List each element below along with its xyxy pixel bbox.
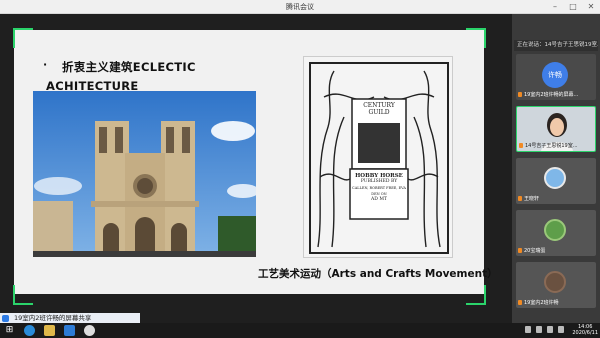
poster-text-1: CENTURY bbox=[363, 102, 395, 109]
participant-tile-speaking[interactable]: 14号吉子王思锐19室... bbox=[516, 106, 596, 152]
participant-name: 14号吉子王思锐19室... bbox=[525, 143, 578, 149]
speaking-banner: 正在说话：14号吉子王思锐19室... bbox=[514, 40, 598, 51]
minimize-icon[interactable]: – bbox=[550, 1, 560, 12]
mic-icon bbox=[518, 92, 522, 97]
cathedral-photo bbox=[33, 91, 256, 257]
mic-icon bbox=[518, 196, 522, 201]
focus-corner bbox=[466, 285, 486, 305]
avatar bbox=[544, 271, 566, 293]
focus-corner bbox=[466, 28, 486, 48]
tray-icon[interactable] bbox=[536, 326, 542, 333]
maximize-icon[interactable]: □ bbox=[568, 1, 578, 12]
meeting-window: 腾讯会议 – □ ✕ · 折衷主义建筑ECLECTIC ACHITECTURE bbox=[0, 0, 600, 338]
taskbar: ⊞ 14:06 2020/6/11 bbox=[0, 323, 600, 338]
slide-title-line-1: 折衷主义建筑ECLECTIC bbox=[62, 60, 196, 74]
tray-icon[interactable] bbox=[558, 326, 564, 333]
poster-text-5: CALLEN, ROBERT FREE, EVA DEN ON bbox=[352, 186, 406, 196]
clock-date: 2020/6/11 bbox=[572, 330, 598, 336]
slide-caption: 工艺美术运动（Arts and Crafts Movement） bbox=[258, 268, 498, 280]
meeting-app-icon[interactable] bbox=[64, 325, 75, 336]
tray-icon[interactable] bbox=[547, 326, 553, 333]
title-bar: 腾讯会议 – □ ✕ bbox=[0, 0, 600, 14]
avatar: 许畅 bbox=[542, 62, 568, 88]
avatar bbox=[544, 167, 566, 189]
focus-corner bbox=[13, 28, 33, 48]
mic-icon bbox=[518, 300, 522, 305]
participant-tile[interactable]: 许畅 19室内2班许畅的屏幕... bbox=[516, 54, 596, 100]
tray-icon[interactable] bbox=[525, 326, 531, 333]
participant-name: 20宝瑞蛋 bbox=[524, 248, 546, 254]
edge-browser-icon[interactable] bbox=[24, 325, 35, 336]
participant-tile[interactable]: 19室内2班许畅 bbox=[516, 262, 596, 308]
slide-bullet: · bbox=[43, 58, 48, 71]
window-title: 腾讯会议 bbox=[286, 3, 314, 11]
start-windows-icon[interactable]: ⊞ bbox=[4, 325, 15, 336]
file-explorer-icon[interactable] bbox=[44, 325, 55, 336]
app-icon[interactable] bbox=[84, 325, 95, 336]
focus-corner bbox=[13, 285, 33, 305]
participant-tile[interactable]: 王晓轩 bbox=[516, 158, 596, 204]
participant-panel: 正在说话：14号吉子王思锐19室... 许畅 19室内2班许畅的屏幕... 14… bbox=[512, 14, 600, 323]
mic-icon bbox=[519, 143, 523, 148]
clock[interactable]: 14:06 2020/6/11 bbox=[572, 324, 598, 336]
avatar bbox=[544, 219, 566, 241]
poster-text-6: AD MT bbox=[371, 197, 387, 202]
user-icon bbox=[2, 315, 9, 322]
century-guild-poster: CENTURY GUILD HOBBY HORSE PUBLISHED BY C… bbox=[303, 56, 453, 258]
mic-icon bbox=[518, 248, 522, 253]
system-tray bbox=[525, 326, 564, 333]
participant-name: 19室内2班许畅的屏幕... bbox=[524, 92, 579, 98]
participant-name: 19室内2班许畅 bbox=[524, 300, 559, 306]
participant-name: 王晓轩 bbox=[524, 196, 540, 202]
participant-tile[interactable]: 20宝瑞蛋 bbox=[516, 210, 596, 256]
poster-text-2: GUILD bbox=[368, 109, 390, 116]
close-icon[interactable]: ✕ bbox=[586, 1, 596, 12]
share-status-text: 19室内2班许畅的屏幕共享 bbox=[14, 314, 92, 322]
